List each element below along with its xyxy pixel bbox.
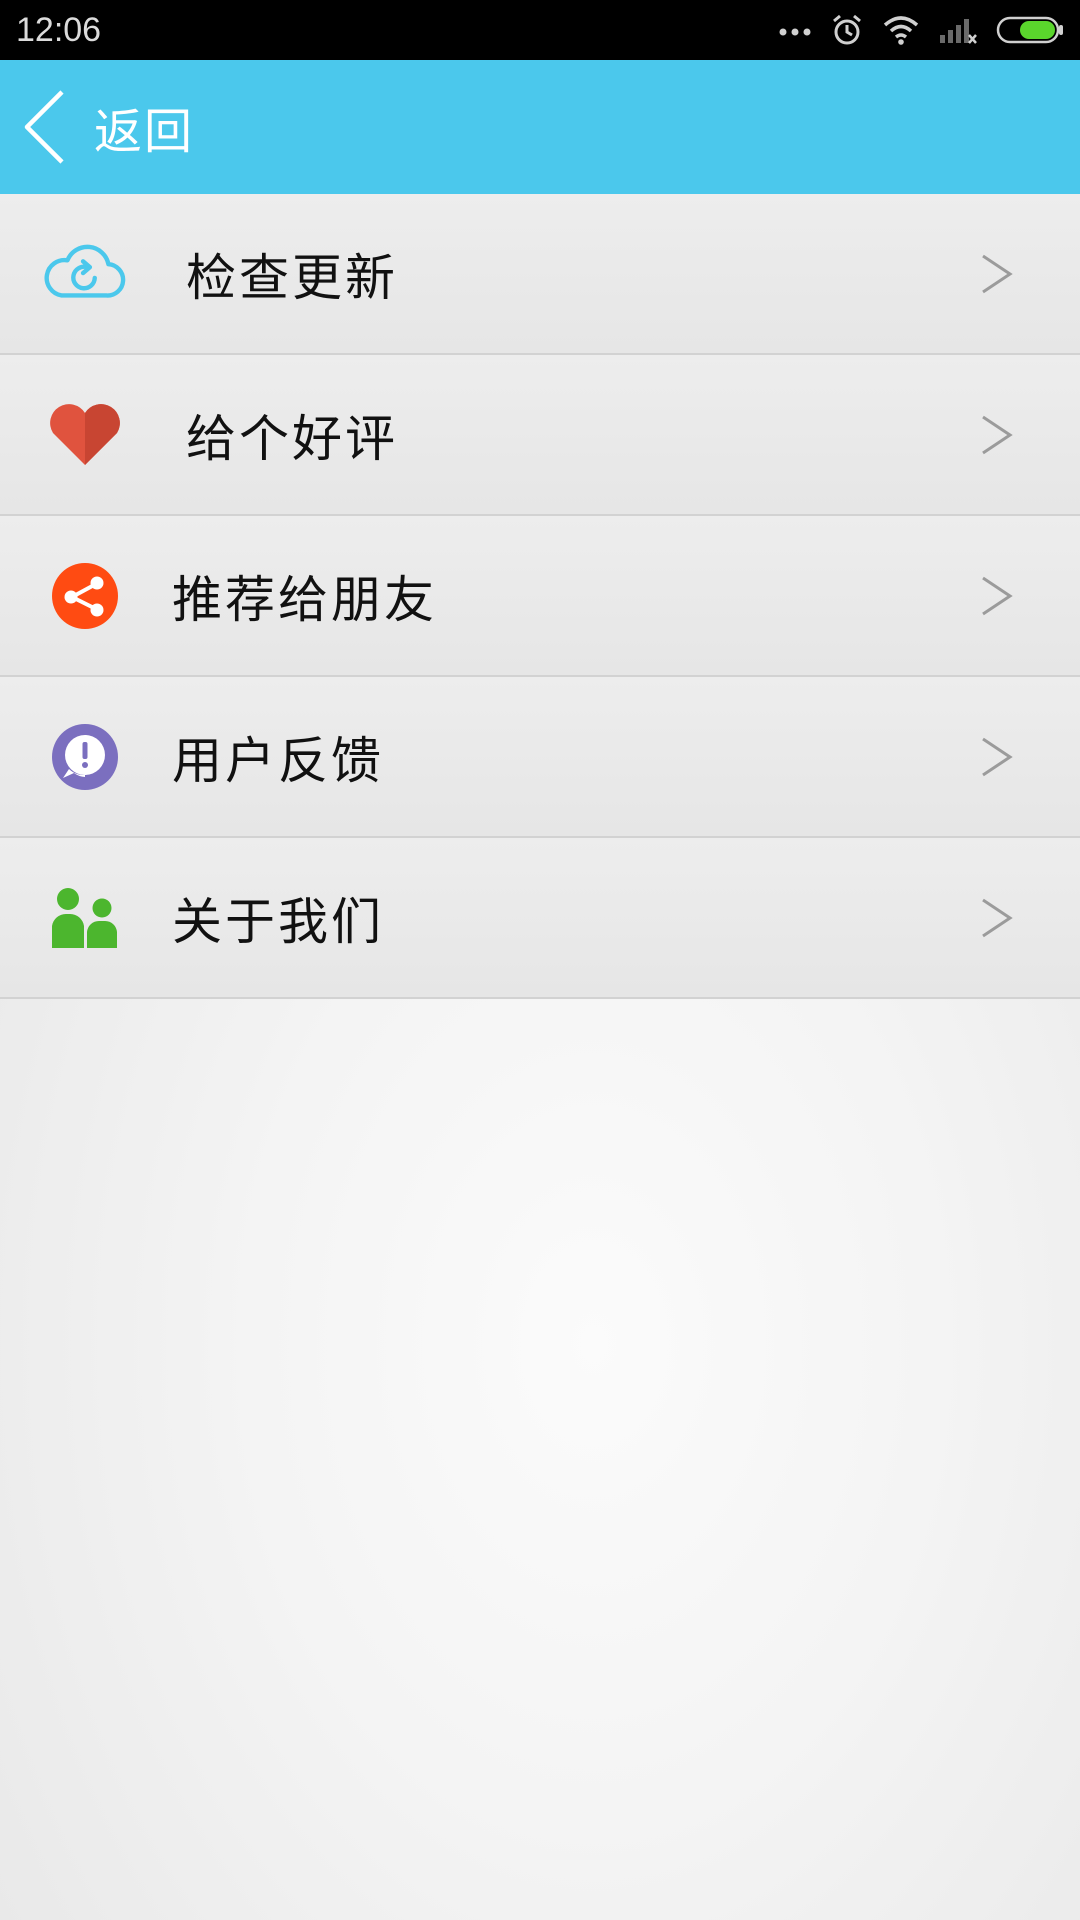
heart-icon xyxy=(44,394,126,476)
menu-item-share[interactable]: 推荐给朋友 xyxy=(0,516,1080,677)
cloud-refresh-icon xyxy=(44,233,126,315)
menu-item-label: 给个好评 xyxy=(186,409,398,468)
menu-item-about-us[interactable]: 关于我们 xyxy=(0,838,1080,999)
menu-item-feedback[interactable]: 用户反馈 xyxy=(0,677,1080,838)
status-time: 12:06 xyxy=(16,11,102,49)
menu-item-label: 关于我们 xyxy=(172,892,384,951)
menu-item-rate[interactable]: 给个好评 xyxy=(0,355,1080,516)
alarm-icon xyxy=(830,13,864,47)
feedback-icon xyxy=(44,716,126,798)
menu-item-label: 用户反馈 xyxy=(172,731,384,790)
status-icons xyxy=(778,0,1064,60)
settings-menu-list: 检查更新 给个好评 推荐给朋友 用户反馈 关于我们 xyxy=(0,194,1080,999)
share-icon xyxy=(44,555,126,637)
chevron-left-icon xyxy=(22,88,66,166)
back-button[interactable]: 返回 xyxy=(22,60,194,194)
app-header: 返回 xyxy=(0,60,1080,194)
users-icon xyxy=(44,877,126,959)
signal-off-icon xyxy=(938,15,978,45)
more-dots-icon xyxy=(778,24,812,36)
wifi-icon xyxy=(882,15,920,45)
menu-item-check-update[interactable]: 检查更新 xyxy=(0,194,1080,355)
battery-icon xyxy=(996,15,1064,45)
status-bar: 12:06 xyxy=(0,0,1080,60)
back-label: 返回 xyxy=(94,104,195,160)
menu-item-label: 检查更新 xyxy=(186,248,398,307)
menu-item-label: 推荐给朋友 xyxy=(172,570,437,629)
